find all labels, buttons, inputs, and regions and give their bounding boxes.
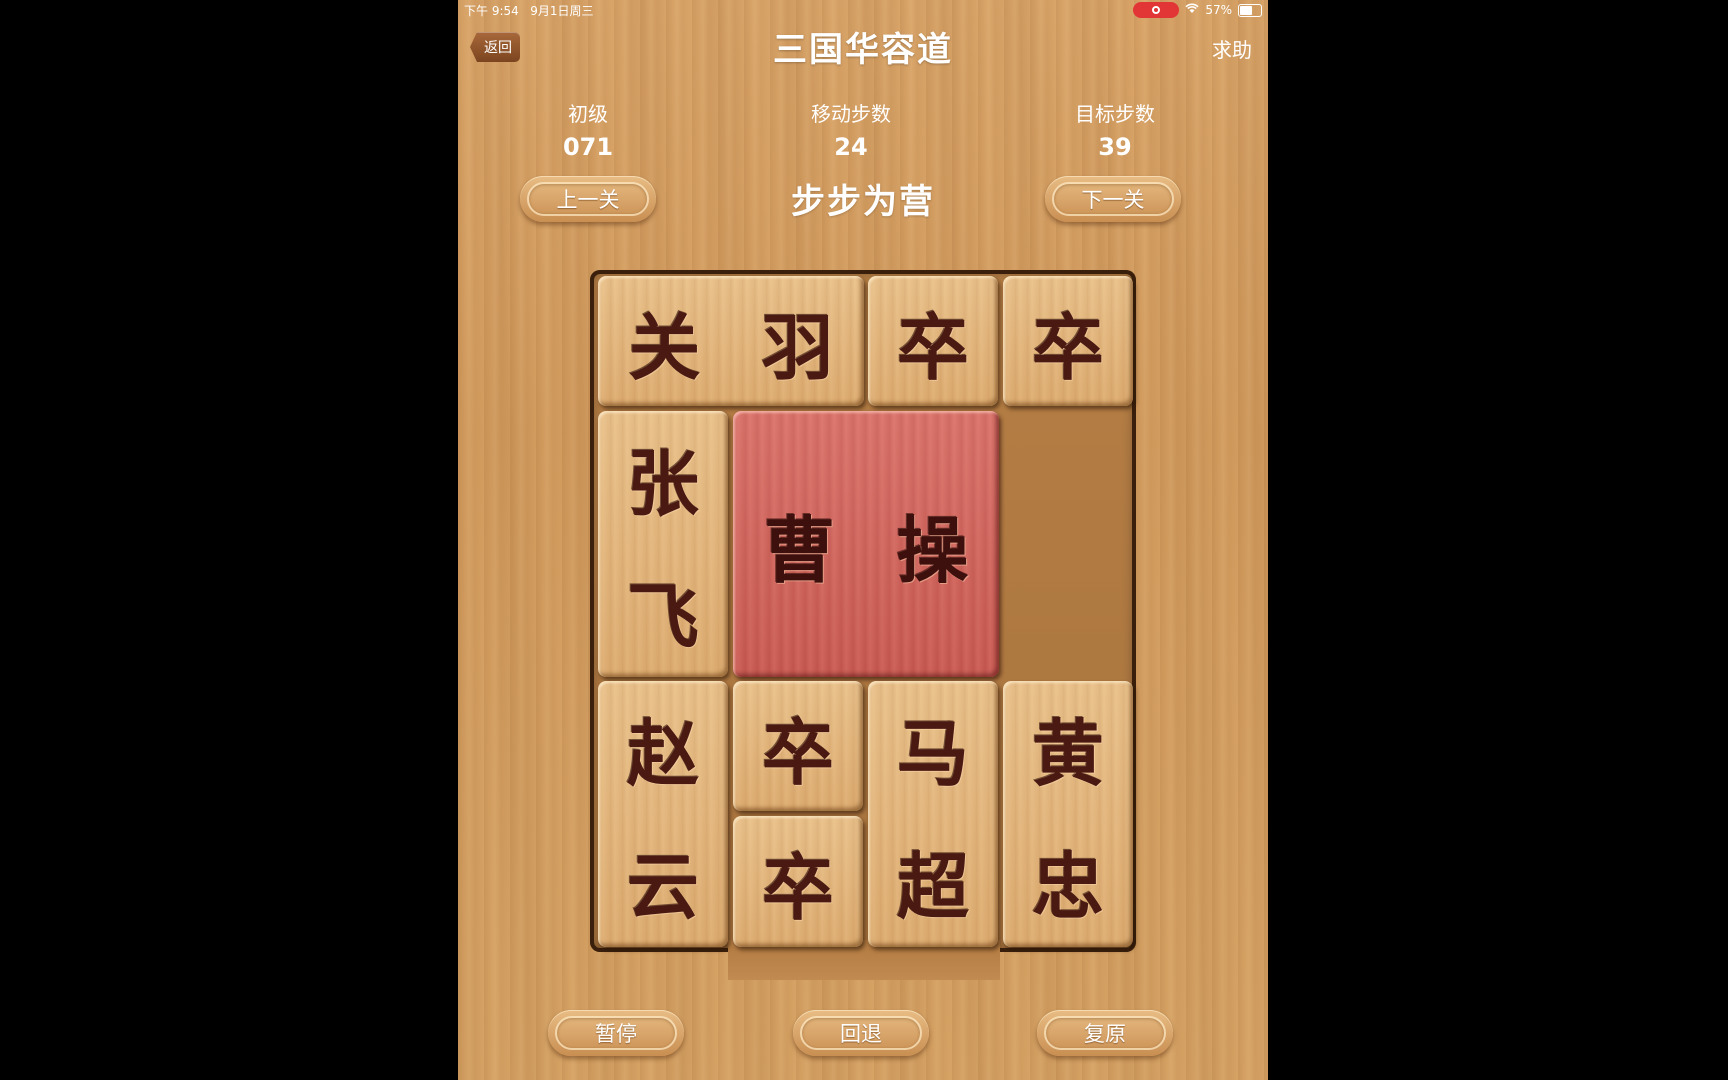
reset-label: 复原	[1084, 1022, 1126, 1046]
piece-char: 马	[896, 711, 969, 796]
piece-char: 张	[626, 441, 699, 526]
target-label: 目标步数	[1075, 102, 1155, 126]
level-stat: 初级 071	[508, 98, 668, 161]
piece-zu-2[interactable]: 卒	[1003, 276, 1133, 406]
piece-zhangfei[interactable]: 张飞	[598, 411, 728, 677]
piece-caocao[interactable]: 曹操	[733, 411, 999, 677]
level-number: 071	[562, 133, 614, 161]
target-count: 39	[1098, 133, 1132, 161]
level-label: 初级	[568, 102, 608, 126]
piece-guanyu[interactable]: 关羽	[598, 276, 864, 406]
stats-row: 初级 071 移动步数 24 目标步数 39	[458, 98, 1268, 168]
pause-label: 暂停	[595, 1022, 637, 1046]
status-time: 下午 9:54	[464, 4, 519, 18]
piece-char: 卒	[896, 304, 969, 390]
battery-icon	[1238, 3, 1262, 17]
reset-button[interactable]: 复原	[1037, 1010, 1173, 1056]
piece-zu-3[interactable]: 卒	[733, 681, 863, 811]
piece-char: 黄	[1031, 711, 1104, 796]
game-screen: 下午 9:54 9月1日周三 57% 返回 三国华容道 求助 初级 071 移动…	[458, 0, 1268, 1080]
piece-char: 超	[896, 844, 969, 929]
piece-char: 飞	[626, 574, 699, 659]
next-level-button[interactable]: 下一关	[1045, 176, 1181, 222]
undo-label: 回退	[840, 1022, 882, 1046]
target-stat: 目标步数 39	[1035, 98, 1195, 161]
piece-char: 操	[896, 507, 969, 593]
wifi-icon	[1185, 3, 1199, 17]
piece-char: 卒	[1031, 304, 1104, 390]
piece-char: 忠	[1031, 844, 1104, 929]
piece-char: 羽	[761, 304, 834, 390]
page-title: 三国华容道	[773, 30, 953, 70]
piece-char: 云	[626, 844, 699, 929]
piece-zu-4[interactable]: 卒	[733, 816, 863, 947]
piece-huangzhong[interactable]: 黄忠	[1003, 681, 1133, 947]
moves-label: 移动步数	[811, 102, 891, 126]
undo-button[interactable]: 回退	[793, 1010, 929, 1056]
moves-stat: 移动步数 24	[771, 98, 931, 161]
pause-button[interactable]: 暂停	[548, 1010, 684, 1056]
status-date: 9月1日周三	[530, 4, 594, 18]
piece-char: 赵	[626, 711, 699, 796]
battery-percent: 57%	[1205, 3, 1232, 17]
piece-char: 卒	[761, 709, 834, 795]
piece-char: 卒	[761, 845, 834, 930]
next-level-label: 下一关	[1081, 188, 1145, 212]
piece-char: 关	[628, 304, 701, 390]
status-bar: 下午 9:54 9月1日周三 57%	[464, 2, 1262, 20]
piece-zu-1[interactable]: 卒	[868, 276, 998, 406]
screen-record-icon	[1133, 2, 1180, 18]
piece-zhaoyun[interactable]: 赵云	[598, 681, 728, 947]
piece-machao[interactable]: 马超	[868, 681, 998, 947]
piece-char: 曹	[763, 507, 836, 593]
help-button[interactable]: 求助	[1212, 34, 1252, 63]
moves-count: 24	[834, 133, 868, 161]
